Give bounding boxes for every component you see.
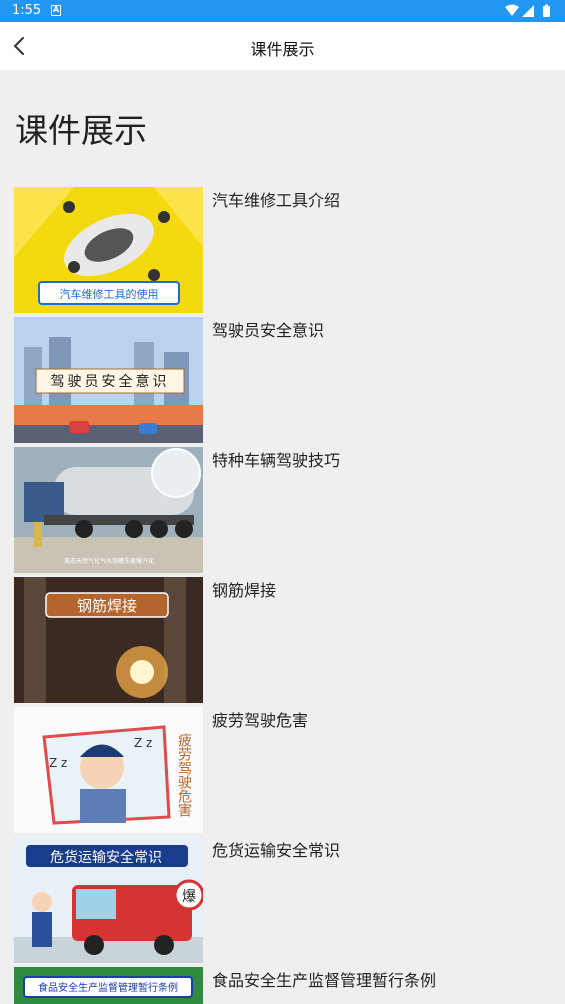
sim-card-icon: A	[51, 5, 61, 16]
thumb-caption: 汽车维修工具的使用	[60, 287, 159, 301]
page-title: 课件展示	[15, 111, 147, 150]
course-thumbnail[interactable]: Z z Z z 疲劳驾驶危害	[14, 707, 203, 833]
course-item-1[interactable]: 汽车维修工具的使用 汽车维修工具介绍	[14, 187, 554, 315]
course-title[interactable]: 驾驶员安全意识	[212, 317, 324, 341]
thumb-caption: 疲劳驾驶危害	[176, 732, 192, 817]
appbar-title: 课件展示	[250, 40, 315, 59]
status-bar: 1:55 A	[0, 0, 565, 22]
explosive-badge: 爆	[182, 889, 196, 905]
course-thumbnail[interactable]: 汽车维修工具的使用	[14, 187, 203, 313]
thumb-caption: 钢筋焊接	[77, 597, 137, 615]
course-thumbnail[interactable]: 驾驶员安全意识	[14, 317, 203, 443]
course-thumbnail[interactable]: 危货运输安全常识 爆	[14, 837, 203, 963]
course-title[interactable]: 疲劳驾驶危害	[212, 707, 308, 731]
course-thumbnail[interactable]: 钢筋焊接	[14, 577, 203, 703]
thumb-caption: 食品安全生产监督管理暂行条例	[38, 981, 178, 994]
thumb-caption: 驾驶员安全意识	[51, 373, 170, 390]
svg-text:Z z: Z z	[49, 756, 67, 770]
course-item-6[interactable]: 危货运输安全常识 爆 危货运输安全常识	[14, 837, 554, 965]
course-title[interactable]: 钢筋焊接	[212, 577, 276, 601]
status-icons	[505, 4, 550, 17]
status-time: 1:55	[12, 3, 42, 18]
course-item-4[interactable]: 钢筋焊接 钢筋焊接	[14, 577, 554, 705]
course-item-7[interactable]: 食品安全生产监督管理暂行条例 食品安全生产监督管理暂行条例	[14, 967, 554, 1004]
course-title[interactable]: 汽车维修工具介绍	[212, 187, 340, 211]
course-title[interactable]: 特种车辆驾驶技巧	[212, 447, 340, 471]
course-item-2[interactable]: 驾驶员安全意识 驾驶员安全意识	[14, 317, 554, 445]
signal-icon	[522, 5, 534, 17]
course-item-5[interactable]: Z z Z z 疲劳驾驶危害 疲劳驾驶危害	[14, 707, 554, 835]
app-bar: 课件展示	[0, 22, 565, 70]
thumb-caption: 危货运输安全常识	[50, 849, 162, 866]
svg-text:Z z: Z z	[134, 736, 152, 750]
battery-icon	[543, 4, 550, 17]
course-title[interactable]: 危货运输安全常识	[212, 837, 340, 861]
wifi-icon	[505, 4, 519, 16]
course-thumbnail[interactable]: 食品安全生产监督管理暂行条例	[14, 967, 203, 1004]
thumb-caption: 液态天然气化气水泡罐车易爆汽化	[64, 557, 154, 565]
course-item-3[interactable]: 液态天然气化气水泡罐车易爆汽化 特种车辆驾驶技巧	[14, 447, 554, 575]
course-title[interactable]: 食品安全生产监督管理暂行条例	[212, 967, 436, 991]
course-thumbnail[interactable]: 液态天然气化气水泡罐车易爆汽化	[14, 447, 203, 573]
